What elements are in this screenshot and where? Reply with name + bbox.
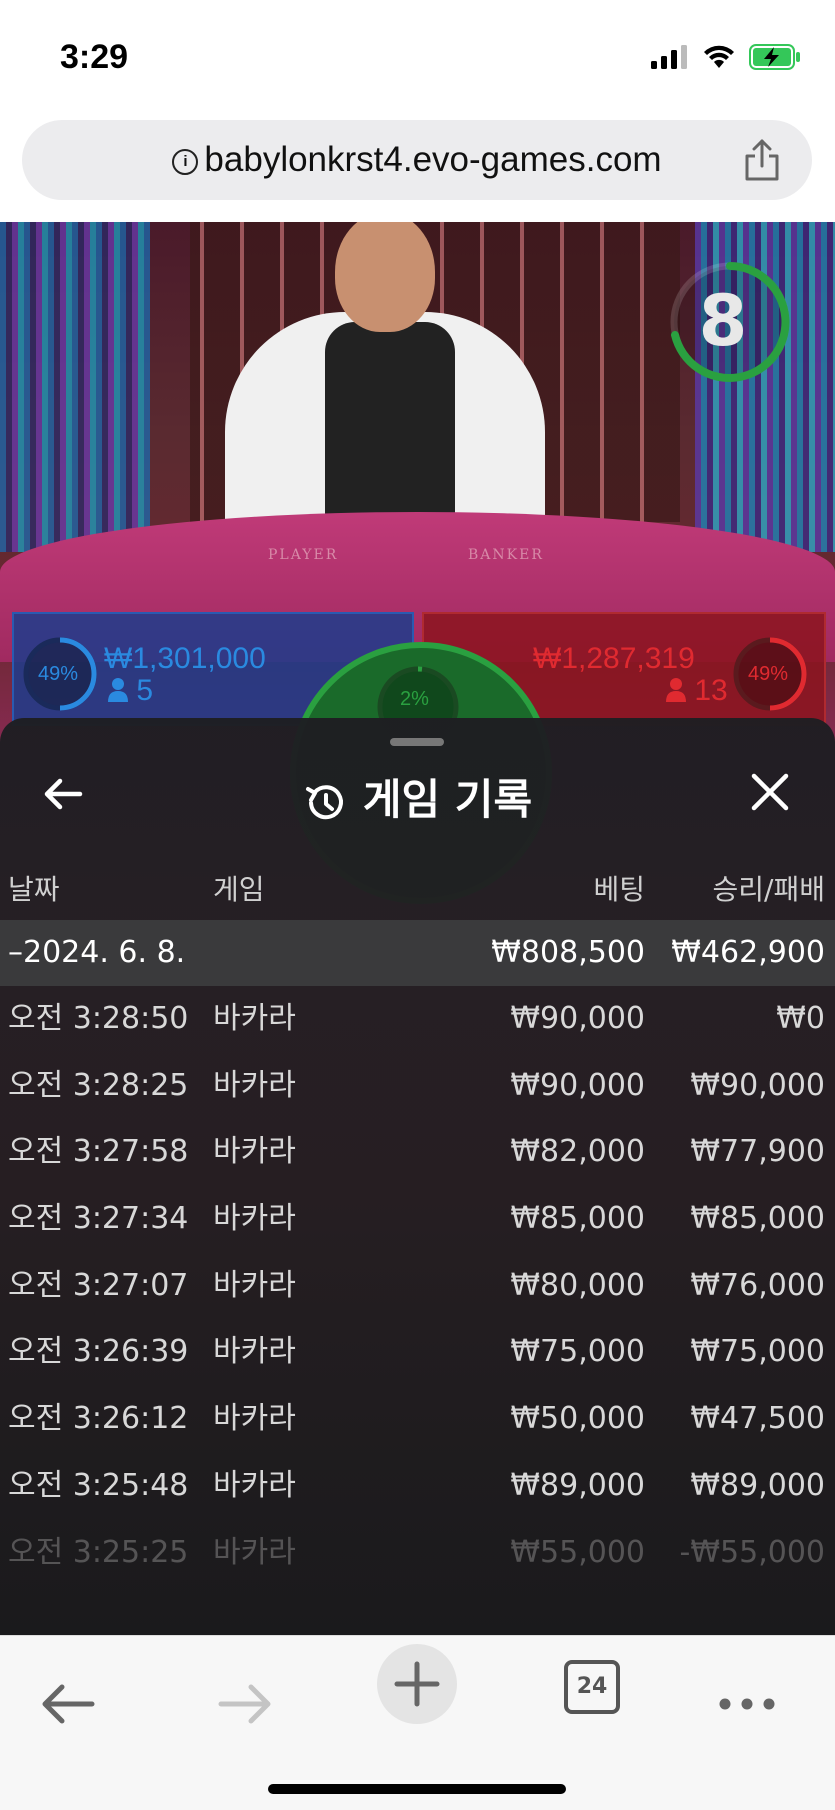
more-icon[interactable] xyxy=(707,1664,787,1744)
user-icon xyxy=(108,678,128,702)
row-win-loss: ₩0 xyxy=(776,1001,825,1036)
history-row[interactable]: 오전 3:27:07 바카라 ₩80,000 ₩76,000 xyxy=(0,1253,835,1320)
row-game: 바카라 xyxy=(213,1534,296,1570)
row-bet: ₩82,000 xyxy=(510,1134,645,1170)
tie-percent: 2% xyxy=(400,688,429,710)
status-time: 3:29 xyxy=(60,38,129,76)
info-icon[interactable]: i xyxy=(172,148,199,175)
row-game: 바카라 xyxy=(213,1067,296,1103)
countdown-timer: 8 xyxy=(670,262,790,382)
row-bet: ₩80,000 xyxy=(510,1267,645,1303)
player-count: 5 xyxy=(136,674,154,707)
column-win-loss: 승리/패배 xyxy=(712,873,825,906)
browser-address-area: i babylonkrst4.evo-games.com xyxy=(0,110,835,222)
row-bet: ₩55,000 xyxy=(510,1534,645,1570)
player-percent: 49% xyxy=(38,663,79,685)
row-win-loss: ₩77,900 xyxy=(690,1134,825,1170)
panel-title-text: 게임 기록 xyxy=(362,775,533,824)
banker-bettor-count: 13 xyxy=(666,674,728,708)
row-win-loss: ₩47,500 xyxy=(690,1401,825,1437)
row-time: 오전 3:28:25 xyxy=(8,1067,189,1103)
row-time: 오전 3:25:25 xyxy=(8,1534,189,1570)
row-bet: ₩75,000 xyxy=(510,1334,645,1370)
history-day-summary[interactable]: –2024. 6. 8. ₩808,500 ₩462,900 xyxy=(0,920,835,986)
row-time: 오전 3:27:58 xyxy=(8,1134,189,1170)
history-rows: 오전 3:28:50 바카라 ₩90,000 ₩0 오전 3:28:25 바카라… xyxy=(0,986,835,1586)
nav-back-icon[interactable] xyxy=(30,1664,110,1744)
history-row[interactable]: 오전 3:27:34 바카라 ₩85,000 ₩85,000 xyxy=(0,1186,835,1253)
share-icon[interactable] xyxy=(742,138,782,182)
panel-title: 게임 기록 xyxy=(0,766,835,827)
column-date: 날짜 xyxy=(8,873,60,906)
banker-bet-total: ₩1,287,319 xyxy=(533,642,695,675)
summary-win-loss: ₩462,900 xyxy=(671,935,825,970)
column-bet: 베팅 xyxy=(593,873,645,906)
user-icon xyxy=(666,678,686,702)
row-win-loss: ₩76,000 xyxy=(690,1267,825,1303)
row-time: 오전 3:25:48 xyxy=(8,1467,189,1503)
banker-percent: 49% xyxy=(748,663,789,685)
background-curtain-left xyxy=(0,222,150,552)
battery-charging-icon xyxy=(749,44,800,70)
table-banker-label: BANKER xyxy=(468,547,544,563)
history-row[interactable]: 오전 3:28:25 바카라 ₩90,000 ₩90,000 xyxy=(0,1053,835,1120)
address-bar[interactable]: i babylonkrst4.evo-games.com xyxy=(22,120,812,200)
row-game: 바카라 xyxy=(213,1001,296,1036)
table-player-label: PLAYER xyxy=(268,547,339,563)
timer-value: 8 xyxy=(699,280,748,362)
row-game: 바카라 xyxy=(213,1134,296,1170)
row-bet: ₩90,000 xyxy=(510,1067,645,1103)
row-game: 바카라 xyxy=(213,1267,296,1303)
row-game: 바카라 xyxy=(213,1401,296,1437)
history-table-header: 날짜 게임 베팅 승리/패배 xyxy=(0,868,835,928)
banker-count: 13 xyxy=(694,674,728,707)
history-row[interactable]: 오전 3:25:48 바카라 ₩89,000 ₩89,000 xyxy=(0,1453,835,1520)
history-row[interactable]: 오전 3:27:58 바카라 ₩82,000 ₩77,900 xyxy=(0,1119,835,1186)
row-time: 오전 3:28:50 xyxy=(8,1001,189,1036)
wifi-icon xyxy=(704,45,734,68)
new-tab-button[interactable] xyxy=(377,1644,457,1724)
history-row[interactable]: 오전 3:28:50 바카라 ₩90,000 ₩0 xyxy=(0,986,835,1053)
history-icon xyxy=(305,784,343,819)
player-bet-total: ₩1,301,000 xyxy=(104,642,266,675)
row-game: 바카라 xyxy=(213,1201,296,1237)
signal-icon xyxy=(651,45,687,69)
row-win-loss: ₩90,000 xyxy=(690,1067,825,1103)
history-row[interactable]: 오전 3:26:39 바카라 ₩75,000 ₩75,000 xyxy=(0,1319,835,1386)
row-bet: ₩89,000 xyxy=(510,1467,645,1503)
history-row[interactable]: 오전 3:25:25 바카라 ₩55,000 -₩55,000 xyxy=(0,1520,835,1587)
row-time: 오전 3:26:12 xyxy=(8,1401,189,1437)
status-bar: 3:29 xyxy=(0,0,835,110)
row-time: 오전 3:26:39 xyxy=(8,1334,189,1370)
url-text: babylonkrst4.evo-games.com xyxy=(204,140,662,179)
row-win-loss: ₩89,000 xyxy=(690,1467,825,1503)
status-icons xyxy=(651,44,801,70)
row-game: 바카라 xyxy=(213,1467,296,1503)
row-bet: ₩85,000 xyxy=(510,1201,645,1237)
history-row[interactable]: 오전 3:26:12 바카라 ₩50,000 ₩47,500 xyxy=(0,1386,835,1453)
row-time: 오전 3:27:34 xyxy=(8,1201,189,1237)
nav-forward-icon[interactable] xyxy=(203,1664,283,1744)
summary-bet: ₩808,500 xyxy=(491,935,645,970)
drag-handle[interactable] xyxy=(390,738,444,746)
home-indicator[interactable] xyxy=(268,1784,566,1794)
row-bet: ₩50,000 xyxy=(510,1401,645,1437)
new-tab-plus-icon xyxy=(394,1661,440,1707)
tabs-icon[interactable]: 24 xyxy=(564,1660,620,1714)
row-time: 오전 3:27:07 xyxy=(8,1267,189,1303)
game-history-panel: 게임 기록 날짜 게임 베팅 승리/패배 –2024. 6. 8. ₩808,5… xyxy=(0,718,835,1635)
row-win-loss: ₩75,000 xyxy=(690,1334,825,1370)
close-icon[interactable] xyxy=(748,770,792,814)
url-display[interactable]: i babylonkrst4.evo-games.com xyxy=(22,120,812,200)
player-bettor-count: 5 xyxy=(108,674,153,708)
row-win-loss: ₩85,000 xyxy=(690,1201,825,1237)
row-win-loss: -₩55,000 xyxy=(679,1534,825,1570)
summary-date: –2024. 6. 8. xyxy=(8,935,186,970)
row-game: 바카라 xyxy=(213,1334,296,1370)
row-bet: ₩90,000 xyxy=(510,1001,645,1036)
column-game: 게임 xyxy=(213,873,265,906)
dealer-head xyxy=(335,222,435,332)
